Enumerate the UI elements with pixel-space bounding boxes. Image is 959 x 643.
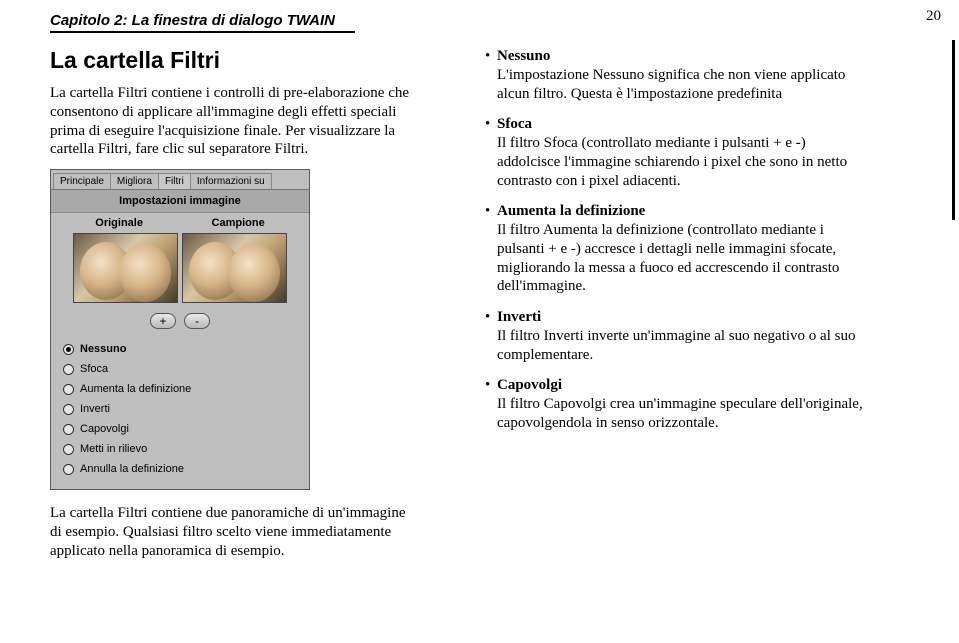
bullet-text: Il filtro Inverti inverte un'immagine al… [497,328,855,363]
filter-settings-panel: Principale Migliora Filtri Informazioni … [50,169,310,490]
bullet-icon: • [475,376,497,432]
filter-options-list: Nessuno Sfoca Aumenta la definizione Inv… [51,337,309,489]
bullet-sfoca: • Sfoca Il filtro Sfoca (controllato med… [475,115,865,190]
radio-option-nessuno[interactable]: Nessuno [63,339,297,359]
radio-icon [63,404,74,415]
bullet-text: Il filtro Capovolgi crea un'immagine spe… [497,396,863,431]
radio-option-inverti[interactable]: Inverti [63,399,297,419]
minus-button[interactable]: - [184,313,210,329]
plus-button[interactable]: + [150,313,176,329]
radio-option-annulla[interactable]: Annulla la definizione [63,459,297,479]
below-panel-paragraph: La cartella Filtri contiene due panorami… [50,504,420,560]
radio-label: Annulla la definizione [80,463,184,475]
page-edge-marker [952,40,955,220]
compare-label-sample: Campione [212,217,265,229]
bullet-title: Nessuno [497,48,550,64]
bullet-title: Inverti [497,309,541,325]
radio-option-aumenta[interactable]: Aumenta la definizione [63,379,297,399]
panel-banner: Impostazioni immagine [51,190,309,213]
bullet-text: Il filtro Sfoca (controllato mediante i … [497,135,847,189]
bullet-capovolgi: • Capovolgi Il filtro Capovolgi crea un'… [475,376,865,432]
radio-label: Aumenta la definizione [80,383,191,395]
preview-sample [182,233,287,303]
bullet-icon: • [475,115,497,190]
radio-icon [63,384,74,395]
radio-icon [63,364,74,375]
chapter-header: Capitolo 2: La finestra di dialogo TWAIN [50,12,355,33]
preview-original [73,233,178,303]
tab-principale[interactable]: Principale [53,173,111,189]
bullet-text: L'impostazione Nessuno significa che non… [497,67,845,102]
bullet-inverti: • Inverti Il filtro Inverti inverte un'i… [475,308,865,364]
right-column: • Nessuno L'impostazione Nessuno signifi… [475,47,865,570]
bullet-icon: • [475,202,497,296]
radio-icon [63,344,74,355]
radio-icon [63,424,74,435]
bullet-title: Capovolgi [497,377,562,393]
radio-option-capovolgi[interactable]: Capovolgi [63,419,297,439]
radio-icon [63,444,74,455]
page-number: 20 [926,8,941,25]
left-column: La cartella Filtri La cartella Filtri co… [50,47,420,570]
bullet-aumenta: • Aumenta la definizione Il filtro Aumen… [475,202,865,296]
radio-option-sfoca[interactable]: Sfoca [63,359,297,379]
bullet-icon: • [475,47,497,103]
bullet-text: Il filtro Aumenta la definizione (contro… [497,222,839,294]
bullet-title: Aumenta la definizione [497,203,645,219]
radio-label: Sfoca [80,363,108,375]
section-title: La cartella Filtri [50,47,420,74]
bullet-icon: • [475,308,497,364]
radio-option-rilievo[interactable]: Metti in rilievo [63,439,297,459]
bullet-title: Sfoca [497,116,532,132]
tab-migliora[interactable]: Migliora [110,173,159,189]
panel-tabs: Principale Migliora Filtri Informazioni … [51,170,309,190]
tab-informazioni[interactable]: Informazioni su [190,173,272,189]
radio-label: Inverti [80,403,110,415]
radio-label: Capovolgi [80,423,129,435]
bullet-nessuno: • Nessuno L'impostazione Nessuno signifi… [475,47,865,103]
intro-paragraph: La cartella Filtri contiene i controlli … [50,84,420,159]
radio-label: Nessuno [80,343,126,355]
compare-label-original: Originale [95,217,143,229]
radio-label: Metti in rilievo [80,443,147,455]
tab-filtri[interactable]: Filtri [158,173,191,189]
radio-icon [63,464,74,475]
